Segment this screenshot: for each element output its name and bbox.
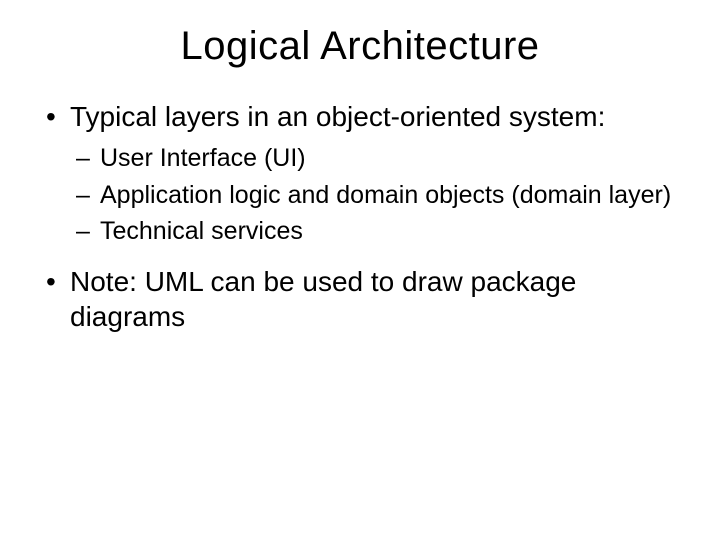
list-item-text: Typical layers in an object-oriented sys…: [70, 101, 605, 132]
list-item-text: Note: UML can be used to draw package di…: [70, 266, 576, 332]
slide: Logical Architecture Typical layers in a…: [0, 0, 720, 540]
list-item-text: Application logic and domain objects (do…: [100, 181, 671, 209]
list-item-text: Technical services: [100, 217, 303, 245]
list-item: Typical layers in an object-oriented sys…: [40, 99, 680, 248]
bullet-list-level1: Typical layers in an object-oriented sys…: [40, 99, 680, 334]
list-item: User Interface (UI): [70, 142, 680, 175]
bullet-list-level2: User Interface (UI) Application logic an…: [70, 142, 680, 248]
list-item: Technical services: [70, 215, 680, 248]
list-item: Note: UML can be used to draw package di…: [40, 264, 680, 334]
list-item-text: User Interface (UI): [100, 144, 306, 172]
list-item: Application logic and domain objects (do…: [70, 179, 680, 212]
slide-title: Logical Architecture: [40, 24, 680, 69]
